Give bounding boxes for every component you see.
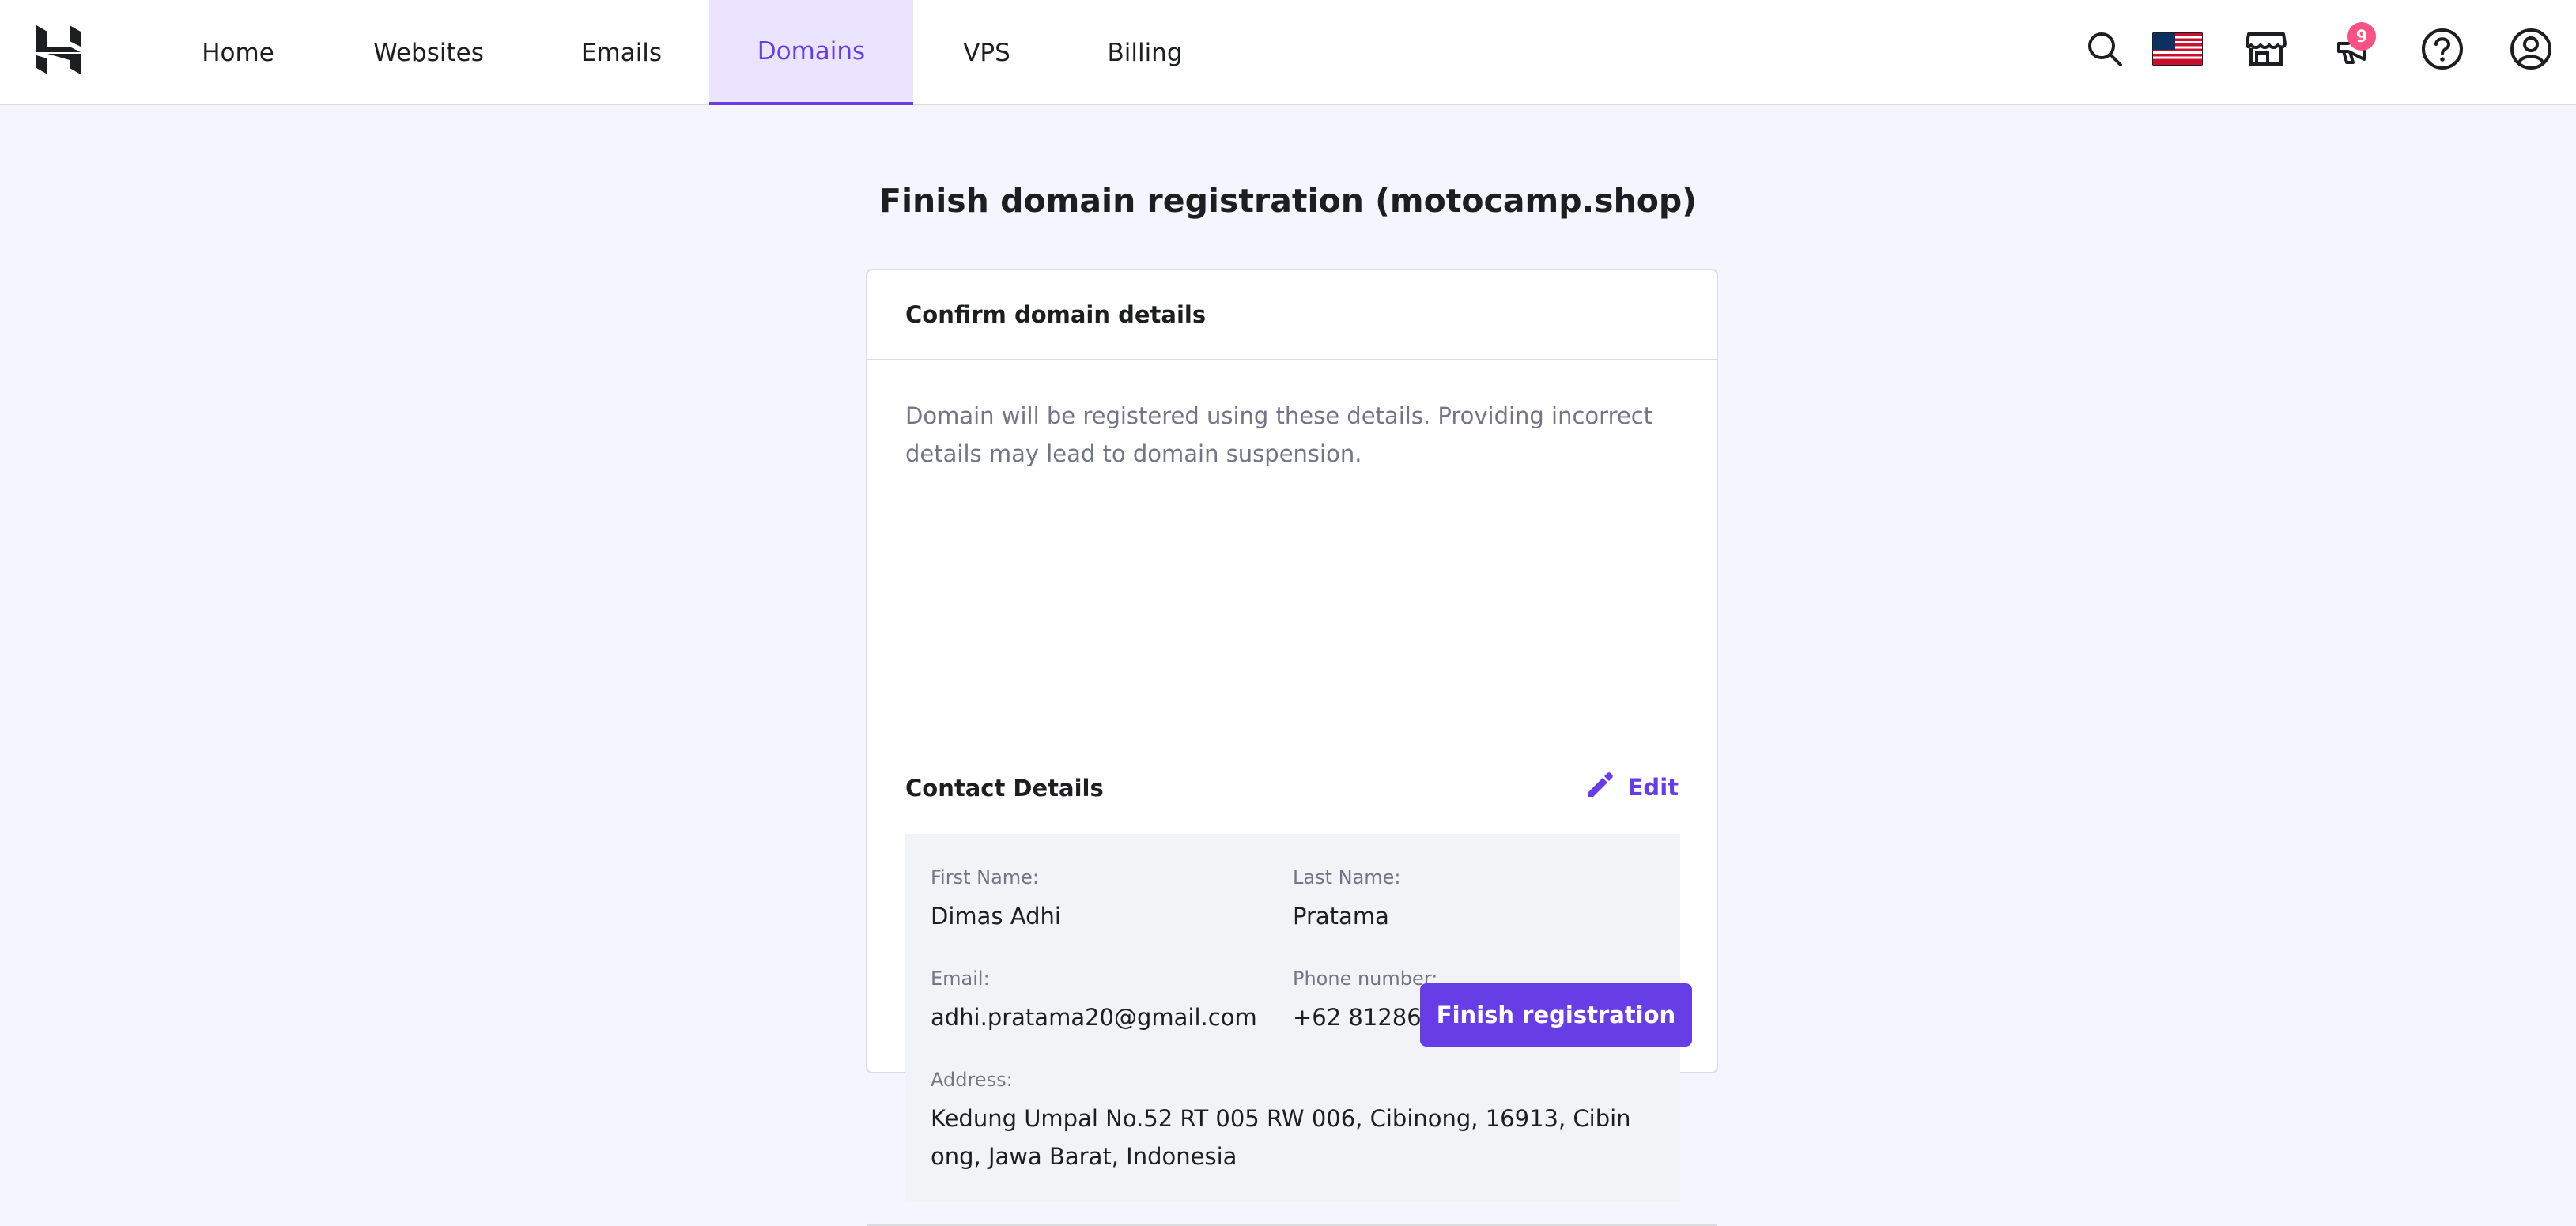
nav-billing-label: Billing [1107, 38, 1183, 67]
page-title: Finish domain registration (motocamp.sho… [878, 182, 1698, 220]
nav-websites[interactable]: Websites [353, 0, 504, 105]
notification-badge: 9 [2347, 22, 2376, 51]
edit-label: Edit [1627, 774, 1679, 801]
last-name-field: Last Name: Pratama [1293, 866, 1401, 935]
nav-emails[interactable]: Emails [561, 0, 682, 105]
nav-domains-label: Domains [757, 36, 866, 66]
store-icon[interactable] [2244, 24, 2288, 74]
search-icon[interactable] [2083, 24, 2127, 74]
edit-button[interactable]: Edit [1587, 770, 1679, 805]
us-flag-icon[interactable] [2152, 24, 2203, 74]
nav-websites-label: Websites [373, 38, 484, 67]
first-name-field: First Name: Dimas Adhi [931, 866, 1061, 935]
help-icon[interactable] [2420, 24, 2465, 74]
address-value: Kedung Umpal No.52 RT 005 RW 006, Cibino… [931, 1105, 1631, 1170]
address-label: Address: [931, 1069, 1013, 1091]
nav-domains[interactable]: Domains [709, 0, 913, 105]
contact-details-title: Contact Details [905, 775, 1104, 802]
email-value: adhi.pratama20@gmail.com [931, 1004, 1257, 1031]
nav-vps-label: VPS [963, 38, 1010, 67]
pencil-icon [1587, 771, 1614, 804]
top-navigation-bar: Home Websites Emails Domains VPS Billing [0, 0, 2576, 105]
account-icon[interactable] [2509, 24, 2553, 74]
nav-emails-label: Emails [580, 38, 663, 67]
domain-details-card: Confirm domain details Domain will be re… [866, 269, 1718, 1226]
card-description: Domain will be registered using these de… [905, 402, 1653, 467]
email-label: Email: [931, 968, 990, 990]
finish-registration-button[interactable]: Finish registration [1420, 983, 1692, 1047]
nav-home[interactable]: Home [180, 0, 296, 105]
email-field: Email: adhi.pratama20@gmail.com [931, 967, 1257, 1036]
nav-home-label: Home [202, 38, 274, 67]
hostinger-logo[interactable] [36, 25, 81, 74]
first-name-value: Dimas Adhi [931, 903, 1061, 930]
first-name-label: First Name: [931, 866, 1040, 888]
address-field: Address: Kedung Umpal No.52 RT 005 RW 00… [931, 1068, 1642, 1175]
nav-billing[interactable]: Billing [1090, 0, 1200, 105]
nav-vps[interactable]: VPS [941, 0, 1033, 105]
last-name-label: Last Name: [1293, 866, 1401, 888]
card-header: Confirm domain details [867, 270, 1717, 360]
last-name-value: Pratama [1293, 903, 1389, 930]
